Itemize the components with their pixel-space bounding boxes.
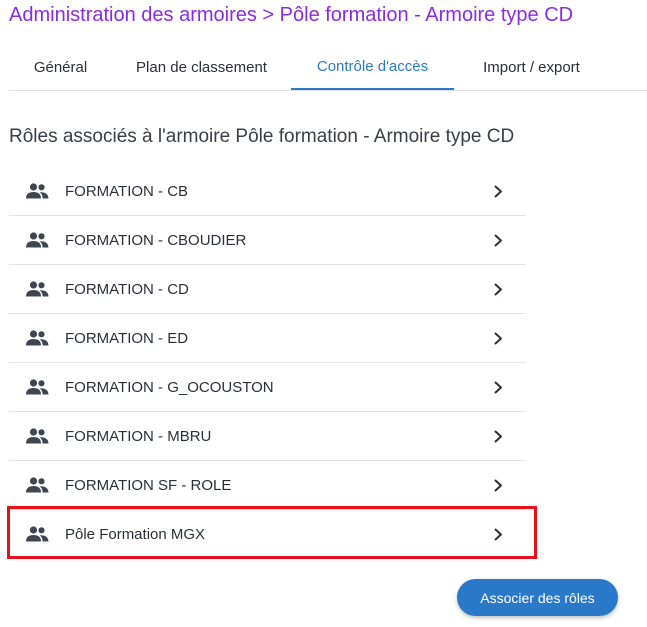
tab-import-export[interactable]: Import / export — [454, 44, 609, 90]
chevron-right-icon — [494, 381, 502, 394]
people-icon — [26, 183, 49, 199]
chevron-right-icon — [494, 332, 502, 345]
role-row[interactable]: FORMATION - CBOUDIER — [9, 216, 526, 265]
chevron-right-icon — [494, 528, 502, 541]
section-title: Rôles associés à l'armoire Pôle formatio… — [9, 126, 515, 147]
tab-controle-acces[interactable]: Contrôle d'accès — [291, 44, 454, 90]
role-row[interactable]: FORMATION - MBRU — [9, 412, 526, 461]
role-row[interactable]: FORMATION - CB — [9, 167, 526, 216]
role-label: FORMATION - CD — [65, 280, 189, 298]
chevron-right-icon — [494, 430, 502, 443]
people-icon — [26, 428, 49, 444]
page-title: Administration des armoires > Pôle forma… — [9, 4, 574, 26]
chevron-right-icon — [494, 479, 502, 492]
people-icon — [26, 330, 49, 346]
chevron-right-icon — [494, 185, 502, 198]
people-icon — [26, 281, 49, 297]
role-list: FORMATION - CB FORMATION - CBOUDIER FORMAT… — [9, 167, 526, 559]
role-row[interactable]: FORMATION - CD — [9, 265, 526, 314]
role-label: Pôle Formation MGX — [65, 526, 206, 543]
tab-plan-de-classement[interactable]: Plan de classement — [112, 44, 291, 90]
people-icon — [26, 232, 49, 248]
associate-roles-button[interactable]: Associer des rôles — [457, 579, 618, 616]
role-row[interactable]: FORMATION - ED — [9, 314, 526, 363]
tab-general[interactable]: Général — [9, 44, 112, 90]
chevron-right-icon — [494, 283, 502, 296]
role-label: FORMATION - MBRU — [65, 427, 212, 445]
role-label: FORMATION - G_OCOUSTON — [65, 378, 274, 396]
chevron-right-icon — [494, 234, 502, 247]
role-label: FORMATION - CB — [65, 182, 189, 200]
tab-bar: Général Plan de classement Contrôle d'ac… — [9, 44, 647, 91]
role-row[interactable]: FORMATION SF - ROLE — [9, 461, 526, 510]
role-label: FORMATION - ED — [65, 329, 189, 347]
role-row[interactable]: FORMATION - G_OCOUSTON — [9, 363, 526, 412]
role-label: FORMATION - CBOUDIER — [65, 231, 247, 249]
people-icon — [26, 526, 49, 542]
role-row[interactable]: Pôle Formation MGX — [9, 510, 526, 559]
people-icon — [26, 379, 49, 395]
role-label: FORMATION SF - ROLE — [65, 476, 232, 494]
people-icon — [26, 477, 49, 493]
